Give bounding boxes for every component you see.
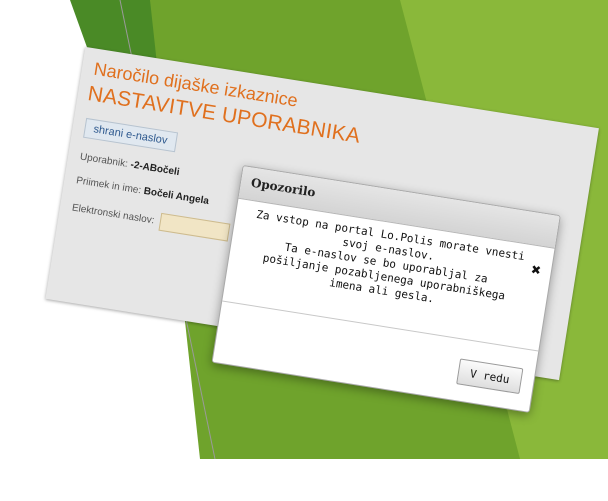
ok-button[interactable]: V redu [456,358,524,395]
dialog-title: Opozorilo [250,175,317,200]
save-email-button[interactable]: shrani e-naslov [83,117,178,153]
user-label: Uporabnik: [79,151,129,170]
user-row: Uporabnik: -2-ABočeli [79,152,180,179]
user-value: -2-ABočeli [129,159,181,179]
name-label: Priimek in ime: [75,175,142,197]
email-label: Elektronski naslov: [71,202,156,227]
email-field[interactable] [158,212,231,242]
name-value: Bočeli Angela [142,185,210,208]
